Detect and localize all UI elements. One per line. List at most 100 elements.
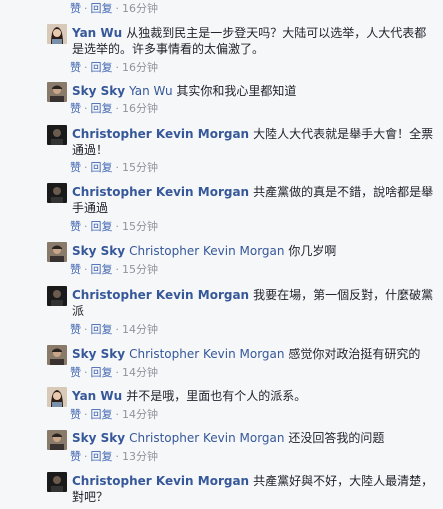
separator: ·	[84, 263, 88, 276]
separator: ·	[84, 450, 88, 463]
timestamp[interactable]: 15分钟	[122, 220, 158, 233]
reply-link[interactable]: 回复	[91, 161, 113, 174]
comment-body: Christopher Kevin Morgan 我要在場，第一個反對，什麼破黨派	[72, 287, 435, 319]
comment-actions: 赞 · 回复 · 16分钟	[70, 61, 158, 75]
man-avatar-icon	[47, 82, 67, 102]
comment-body: Christopher Kevin Morgan 共產黨好與不好，大陸人最清楚，對…	[72, 473, 435, 505]
timestamp[interactable]: 15分钟	[122, 161, 158, 174]
comment-text: 从独裁到民主是一步登天吗？大陆可以选举，人大代表都是选举的。许多事情看的太偏激了…	[72, 26, 427, 56]
comment-actions-top: 赞 · 回复 · 16分钟	[70, 2, 158, 16]
comment-body: Sky Sky Yan Wu 其实你和我心里都知道	[72, 83, 435, 99]
reply-link[interactable]: 回复	[91, 408, 113, 421]
timestamp[interactable]: 14分钟	[122, 323, 158, 336]
comment-text: 你几岁啊	[288, 244, 337, 258]
comment-actions: 赞 · 回复 · 14分钟	[70, 366, 158, 380]
timestamp[interactable]: 16分钟	[122, 102, 158, 115]
author-name[interactable]: Christopher Kevin Morgan	[72, 288, 249, 302]
separator: ·	[115, 61, 120, 74]
reply-link[interactable]: 回复	[91, 61, 113, 74]
avatar[interactable]	[47, 286, 67, 306]
reply-link[interactable]: 回复	[91, 2, 113, 15]
like-link[interactable]: 赞	[70, 161, 81, 174]
reply-link[interactable]: 回复	[91, 450, 113, 463]
comment-actions: 赞 · 回复 · 13分钟	[70, 450, 158, 464]
author-name[interactable]: Christopher Kevin Morgan	[72, 474, 249, 488]
like-link[interactable]: 赞	[70, 263, 81, 276]
man-avatar-icon	[47, 345, 67, 365]
man-avatar-icon	[47, 242, 67, 262]
comment-actions: 赞 · 回复 · 15分钟	[70, 220, 158, 234]
comment-text: 并不是哦，里面也有个人的派系。	[126, 389, 307, 403]
like-link[interactable]: 赞	[70, 366, 81, 379]
avatar[interactable]	[47, 430, 67, 450]
separator: ·	[84, 323, 88, 336]
avatar[interactable]	[47, 183, 67, 203]
comment-actions: 赞 · 回复 · 15分钟	[70, 161, 158, 175]
mention-link[interactable]: Christopher Kevin Morgan	[129, 347, 284, 361]
separator: ·	[84, 220, 88, 233]
comment-text: 感觉你对政治挺有研究的	[288, 347, 421, 361]
like-link[interactable]: 赞	[70, 408, 81, 421]
comment-actions: 赞 · 回复 · 15分钟	[70, 263, 158, 277]
separator: ·	[84, 366, 88, 379]
like-link[interactable]: 赞	[70, 2, 81, 15]
timestamp[interactable]: 15分钟	[122, 263, 158, 276]
reply-link[interactable]: 回复	[91, 102, 113, 115]
reply-link[interactable]: 回复	[91, 220, 113, 233]
avatar[interactable]	[47, 472, 67, 492]
reply-link[interactable]: 回复	[91, 323, 113, 336]
author-name[interactable]: Sky Sky	[72, 244, 125, 258]
dark-avatar-icon	[47, 125, 67, 145]
mention-link[interactable]: Yan Wu	[129, 84, 173, 98]
woman-avatar-icon	[47, 24, 67, 44]
like-link[interactable]: 赞	[70, 61, 81, 74]
author-name[interactable]: Christopher Kevin Morgan	[72, 127, 249, 141]
timestamp[interactable]: 14分钟	[122, 408, 158, 421]
dark-avatar-icon	[47, 183, 67, 203]
timestamp[interactable]: 16分钟	[122, 61, 158, 74]
mention-link[interactable]: Christopher Kevin Morgan	[129, 244, 284, 258]
dark-avatar-icon	[47, 472, 67, 492]
like-link[interactable]: 赞	[70, 450, 81, 463]
timestamp[interactable]: 16分钟	[122, 2, 158, 15]
timestamp[interactable]: 13分钟	[122, 450, 158, 463]
separator: ·	[115, 220, 120, 233]
author-name[interactable]: Sky Sky	[72, 347, 125, 361]
separator: ·	[115, 366, 120, 379]
separator: ·	[115, 323, 120, 336]
separator: ·	[84, 408, 88, 421]
comment-body: Sky Sky Christopher Kevin Morgan 你几岁啊	[72, 243, 435, 259]
avatar[interactable]	[47, 345, 67, 365]
reply-link[interactable]: 回复	[91, 366, 113, 379]
avatar[interactable]	[47, 242, 67, 262]
separator: ·	[115, 161, 120, 174]
author-name[interactable]: Yan Wu	[72, 26, 122, 40]
avatar[interactable]	[47, 24, 67, 44]
comment-actions: 赞 · 回复 · 16分钟	[70, 102, 158, 116]
separator: ·	[84, 61, 88, 74]
comment-actions: 赞 · 回复 · 14分钟	[70, 323, 158, 337]
comment-text: 还没回答我的问题	[288, 431, 385, 445]
avatar[interactable]	[47, 387, 67, 407]
separator: ·	[115, 102, 120, 115]
author-name[interactable]: Sky Sky	[72, 431, 125, 445]
like-link[interactable]: 赞	[70, 102, 81, 115]
avatar[interactable]	[47, 125, 67, 145]
author-name[interactable]: Christopher Kevin Morgan	[72, 185, 249, 199]
mention-link[interactable]: Christopher Kevin Morgan	[129, 431, 284, 445]
man-avatar-icon	[47, 430, 67, 450]
comment-body: Christopher Kevin Morgan 共產黨做的真是不錯，說啥都是舉手…	[72, 184, 435, 216]
comment-body: Sky Sky Christopher Kevin Morgan 感觉你对政治挺有…	[72, 346, 435, 362]
timestamp[interactable]: 14分钟	[122, 366, 158, 379]
author-name[interactable]: Yan Wu	[72, 389, 122, 403]
like-link[interactable]: 赞	[70, 323, 81, 336]
avatar[interactable]	[47, 82, 67, 102]
like-link[interactable]: 赞	[70, 220, 81, 233]
author-name[interactable]: Sky Sky	[72, 84, 125, 98]
separator: ·	[84, 2, 88, 15]
dark-avatar-icon	[47, 286, 67, 306]
separator: ·	[115, 263, 120, 276]
reply-link[interactable]: 回复	[91, 263, 113, 276]
separator: ·	[115, 2, 120, 15]
woman-avatar-icon	[47, 387, 67, 407]
